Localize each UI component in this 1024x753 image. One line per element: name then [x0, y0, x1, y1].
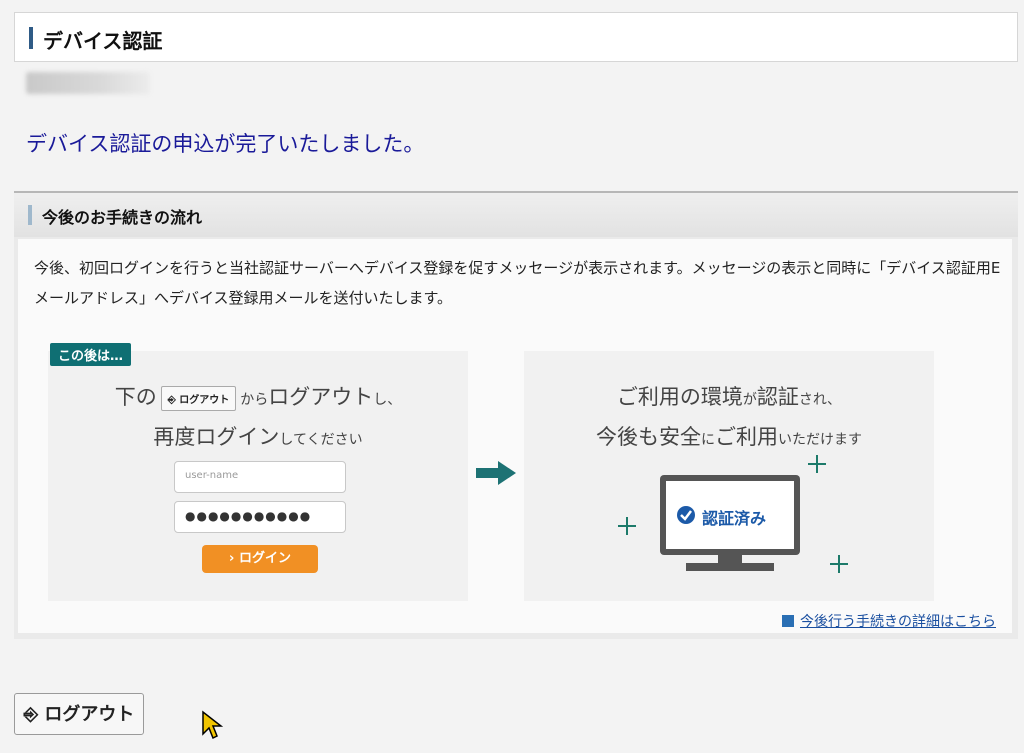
- logout-instruction-logout: ログアウト: [268, 385, 374, 409]
- logout-instruction: 下の ⎆ ログアウト からログアウトし、: [48, 381, 468, 411]
- logout-button-label: ログアウト: [44, 704, 135, 725]
- flow-section-header: 今後のお手続きの流れ: [14, 193, 1018, 237]
- after-this-badge: この後は…: [50, 343, 132, 366]
- safe-text-a: 今後も安全: [596, 425, 701, 449]
- page-header: デバイス認証: [14, 12, 1018, 62]
- safe-text-d: いただけます: [778, 432, 862, 448]
- logout-instruction-suffix: し、: [373, 392, 402, 408]
- relogin-suffix: してください: [279, 432, 363, 448]
- right-arrow-icon: [476, 461, 516, 485]
- page: デバイス認証 デバイス認証の申込が完了いたしました。 今後のお手続きの流れ 今後…: [0, 0, 1024, 753]
- env-text-a: ご利用の環境: [616, 385, 743, 409]
- sparkle-icon: [808, 455, 826, 473]
- sparkle-icon: [830, 555, 848, 573]
- env-text-d: され、: [798, 392, 842, 408]
- illustration-left-panel: 下の ⎆ ログアウト からログアウトし、 再度ログインしてください user-nam…: [48, 351, 468, 601]
- logout-instruction-prefix: 下の: [114, 385, 157, 409]
- procedure-details-link-label: 今後行う手続きの詳細はこちら: [800, 614, 996, 630]
- flow-section: 今後のお手続きの流れ 今後、初回ログインを行うと当社認証サーバーへデバイス登録を…: [14, 191, 1018, 639]
- illustration-password-field: ●●●●●●●●●●●: [174, 501, 346, 533]
- blurred-user-name: [26, 72, 150, 94]
- page-title: デバイス認証: [43, 29, 163, 53]
- safe-text-b: に: [701, 432, 715, 448]
- illustration-login-button: › ログイン: [202, 545, 318, 573]
- relogin-instruction: 再度ログインしてください: [48, 421, 468, 451]
- sparkle-icon: [618, 517, 636, 535]
- flow-accent-bar: [28, 205, 32, 225]
- illustration-right-panel: ご利用の環境が認証され、 今後も安全にご利用いただけます 認証済み: [524, 351, 934, 601]
- mini-logout-button-label: ログアウト: [179, 394, 230, 406]
- logout-icon: ⎆: [23, 704, 39, 725]
- illustration-login-label: ログイン: [238, 551, 291, 566]
- mouse-cursor-icon: [202, 710, 223, 740]
- verified-label: 認証済み: [702, 509, 767, 528]
- logout-instruction-from: から: [240, 392, 269, 408]
- illustration-username-field: user-name: [174, 461, 346, 493]
- flow-section-title: 今後のお手続きの流れ: [42, 208, 203, 227]
- flow-description: 今後、初回ログインを行うと当社認証サーバーへデバイス登録を促すメッセージが表示さ…: [34, 259, 1001, 307]
- relogin-text: 再度ログイン: [153, 425, 280, 449]
- procedure-details-link[interactable]: 今後行う手続きの詳細はこちら: [782, 611, 996, 631]
- header-accent-bar: [29, 27, 33, 49]
- link-arrow-icon: [782, 615, 794, 627]
- safe-use-text: 今後も安全にご利用いただけます: [524, 421, 934, 451]
- flow-section-body: 今後、初回ログインを行うと当社認証サーバーへデバイス登録を促すメッセージが表示さ…: [18, 239, 1012, 633]
- safe-text-c: ご利用: [715, 425, 778, 449]
- logout-button[interactable]: ⎆ ログアウト: [14, 693, 144, 735]
- mini-logout-button-image: ⎆ ログアウト: [160, 385, 237, 411]
- environment-verified-text: ご利用の環境が認証され、: [524, 381, 934, 411]
- env-text-c: 認証: [756, 385, 799, 409]
- completion-message: デバイス認証の申込が完了いたしました。: [26, 132, 425, 156]
- env-text-b: が: [742, 392, 757, 408]
